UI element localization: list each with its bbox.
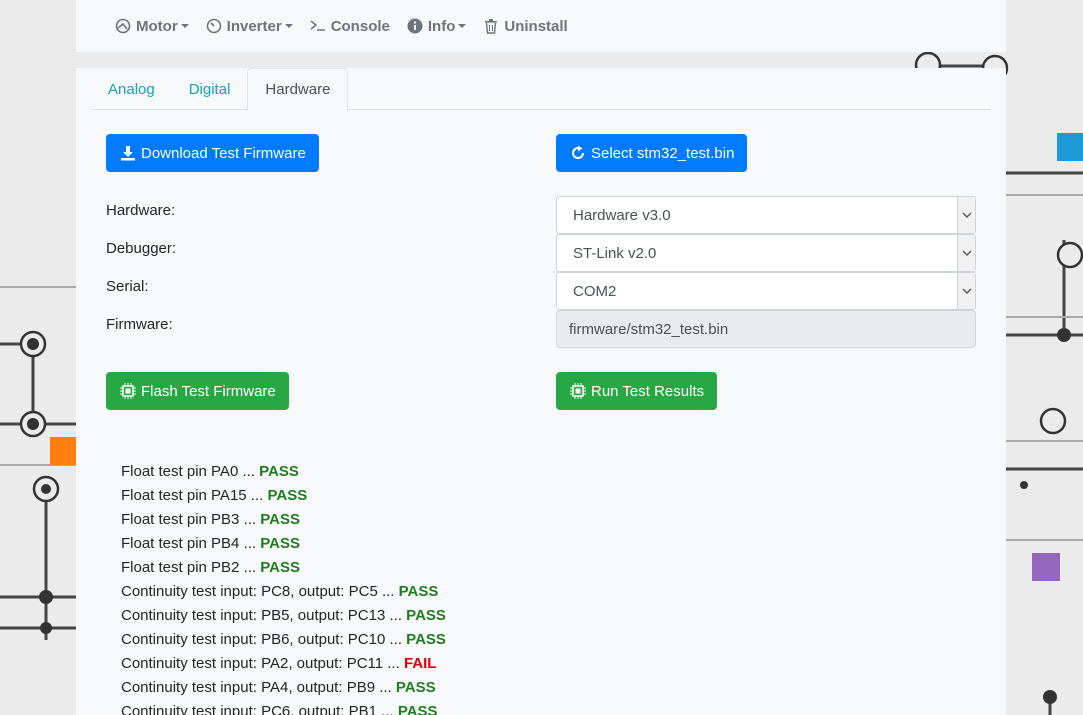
hardware-label: Hardware: bbox=[106, 202, 176, 219]
result-line: Float test pin PB3 ... PASS bbox=[121, 508, 446, 532]
tab-bar: Analog Digital Hardware bbox=[91, 68, 991, 111]
run-test-results-label: Run Test Results bbox=[591, 382, 705, 400]
select-bin-label: Select stm32_test.bin bbox=[591, 144, 735, 162]
result-text: Continuity test input: PA4, output: PB9 … bbox=[121, 679, 396, 696]
result-text: Float test pin PB4 ... bbox=[121, 535, 261, 552]
chevron-down-icon bbox=[180, 24, 189, 28]
tab-analog[interactable]: Analog bbox=[91, 68, 172, 110]
status-badge: PASS bbox=[406, 631, 446, 648]
result-line: Continuity test input: PA4, output: PB9 … bbox=[121, 676, 446, 700]
hardware-test-panel: Analog Digital Hardware Download Test Fi… bbox=[76, 68, 1006, 715]
result-line: Continuity test input: PB6, output: PC10… bbox=[121, 628, 446, 652]
test-results-log: Float test pin PA0 ... PASS Float test p… bbox=[121, 460, 446, 715]
status-badge: PASS bbox=[260, 535, 300, 552]
status-badge: PASS bbox=[406, 607, 446, 624]
firmware-path-field: firmware/stm32_test.bin bbox=[556, 310, 976, 348]
nav-console[interactable]: Console bbox=[309, 17, 390, 35]
chevron-down-icon bbox=[957, 235, 975, 271]
result-text: Continuity test input: PC6, output: PB1 … bbox=[121, 703, 398, 715]
status-badge: PASS bbox=[259, 463, 299, 480]
download-test-firmware-button[interactable]: Download Test Firmware bbox=[106, 134, 319, 172]
status-badge: PASS bbox=[267, 487, 308, 504]
status-badge: PASS bbox=[260, 559, 300, 576]
info-icon bbox=[406, 17, 424, 35]
flash-test-firmware-label: Flash Test Firmware bbox=[141, 382, 276, 400]
chevron-down-icon bbox=[458, 24, 467, 28]
nav-inverter[interactable]: Inverter bbox=[205, 17, 293, 35]
top-navbar: Motor Inverter Console Info Uninstall bbox=[76, 0, 1006, 52]
status-badge: PASS bbox=[398, 583, 439, 600]
debugger-select-value: ST-Link v2.0 bbox=[573, 244, 657, 262]
chip-icon bbox=[569, 382, 587, 400]
tab-hardware[interactable]: Hardware bbox=[247, 68, 349, 111]
result-line: Float test pin PA15 ... PASS bbox=[121, 484, 446, 508]
debugger-label: Debugger: bbox=[106, 240, 177, 257]
debugger-select[interactable]: ST-Link v2.0 bbox=[556, 234, 976, 272]
serial-label: Serial: bbox=[106, 278, 149, 295]
result-text: Float test pin PA15 ... bbox=[121, 487, 268, 504]
terminal-icon bbox=[309, 17, 327, 35]
result-text: Continuity test input: PB6, output: PC10… bbox=[121, 631, 407, 648]
result-text: Float test pin PB2 ... bbox=[121, 559, 261, 576]
result-line: Continuity test input: PA2, output: PC11… bbox=[121, 652, 446, 676]
result-text: Continuity test input: PC8, output: PC5 … bbox=[121, 583, 399, 600]
dial-icon bbox=[205, 17, 223, 35]
chevron-down-icon bbox=[957, 273, 975, 309]
result-text: Float test pin PB3 ... bbox=[121, 511, 261, 528]
status-badge: FAIL bbox=[403, 655, 437, 672]
result-text: Continuity test input: PA2, output: PC11… bbox=[121, 655, 404, 672]
tab-digital[interactable]: Digital bbox=[172, 68, 248, 110]
nav-info-label: Info bbox=[427, 17, 456, 35]
nav-uninstall[interactable]: Uninstall bbox=[482, 17, 568, 35]
result-line: Continuity test input: PC8, output: PC5 … bbox=[121, 580, 446, 604]
result-text: Float test pin PA0 ... bbox=[121, 463, 260, 480]
result-line: Float test pin PA0 ... PASS bbox=[121, 460, 446, 484]
nav-uninstall-label: Uninstall bbox=[504, 17, 568, 35]
nav-inverter-label: Inverter bbox=[226, 17, 282, 35]
trash-icon bbox=[482, 17, 500, 35]
nav-console-label: Console bbox=[330, 17, 390, 35]
status-badge: PASS bbox=[395, 679, 436, 696]
result-line: Continuity test input: PB5, output: PC13… bbox=[121, 604, 446, 628]
flash-test-firmware-button[interactable]: Flash Test Firmware bbox=[106, 372, 289, 410]
nav-motor[interactable]: Motor bbox=[114, 17, 189, 35]
download-icon bbox=[119, 144, 137, 162]
nav-motor-label: Motor bbox=[136, 17, 178, 35]
hardware-select-value: Hardware v3.0 bbox=[573, 206, 671, 224]
run-test-results-button[interactable]: Run Test Results bbox=[556, 372, 718, 410]
serial-select-value: COM2 bbox=[573, 282, 617, 300]
download-test-firmware-label: Download Test Firmware bbox=[141, 144, 306, 162]
chevron-down-icon bbox=[284, 24, 293, 28]
chip-icon bbox=[119, 382, 137, 400]
gauge-icon bbox=[114, 17, 132, 35]
serial-select[interactable]: COM2 bbox=[556, 272, 976, 310]
result-line: Float test pin PB4 ... PASS bbox=[121, 532, 446, 556]
result-text: Continuity test input: PB5, output: PC13… bbox=[121, 607, 407, 624]
chevron-down-icon bbox=[957, 197, 975, 233]
hardware-select[interactable]: Hardware v3.0 bbox=[556, 196, 976, 234]
status-badge: PASS bbox=[260, 511, 300, 528]
result-line: Float test pin PB2 ... PASS bbox=[121, 556, 446, 580]
nav-info[interactable]: Info bbox=[406, 17, 467, 35]
result-line: Continuity test input: PC6, output: PB1 … bbox=[121, 700, 446, 715]
redo-icon bbox=[569, 144, 587, 162]
select-bin-button[interactable]: Select stm32_test.bin bbox=[556, 134, 748, 172]
firmware-path-value: firmware/stm32_test.bin bbox=[569, 320, 729, 338]
status-badge: PASS bbox=[397, 703, 438, 715]
firmware-label: Firmware: bbox=[106, 316, 173, 333]
